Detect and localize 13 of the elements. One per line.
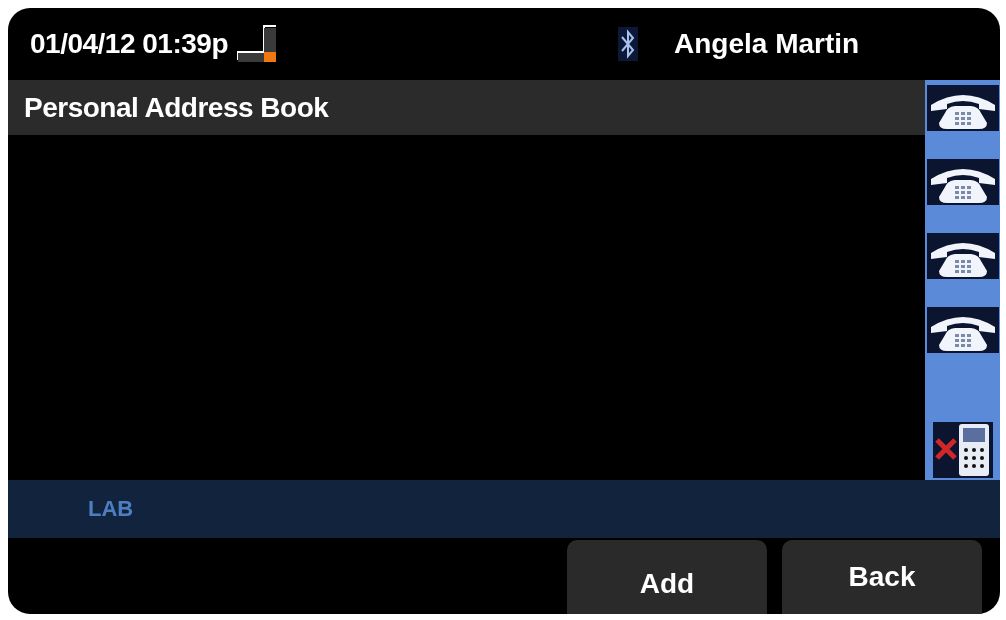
handset-status-icon (236, 24, 278, 64)
phone-icon[interactable] (926, 85, 999, 131)
softkey-button[interactable]: Back (782, 540, 982, 614)
phone-disconnected-icon[interactable] (932, 422, 993, 478)
phone-icon[interactable] (926, 159, 999, 205)
softkey-button[interactable]: Add (567, 540, 767, 614)
screen-title: Personal Address Book (8, 80, 925, 135)
bluetooth-icon (618, 27, 638, 61)
phone-icon[interactable] (926, 307, 999, 353)
date-time: 01/04/12 01:39p (30, 28, 228, 60)
status-label: LAB (88, 496, 134, 522)
phone-icon[interactable] (926, 233, 999, 279)
user-name: Angela Martin (674, 28, 860, 60)
